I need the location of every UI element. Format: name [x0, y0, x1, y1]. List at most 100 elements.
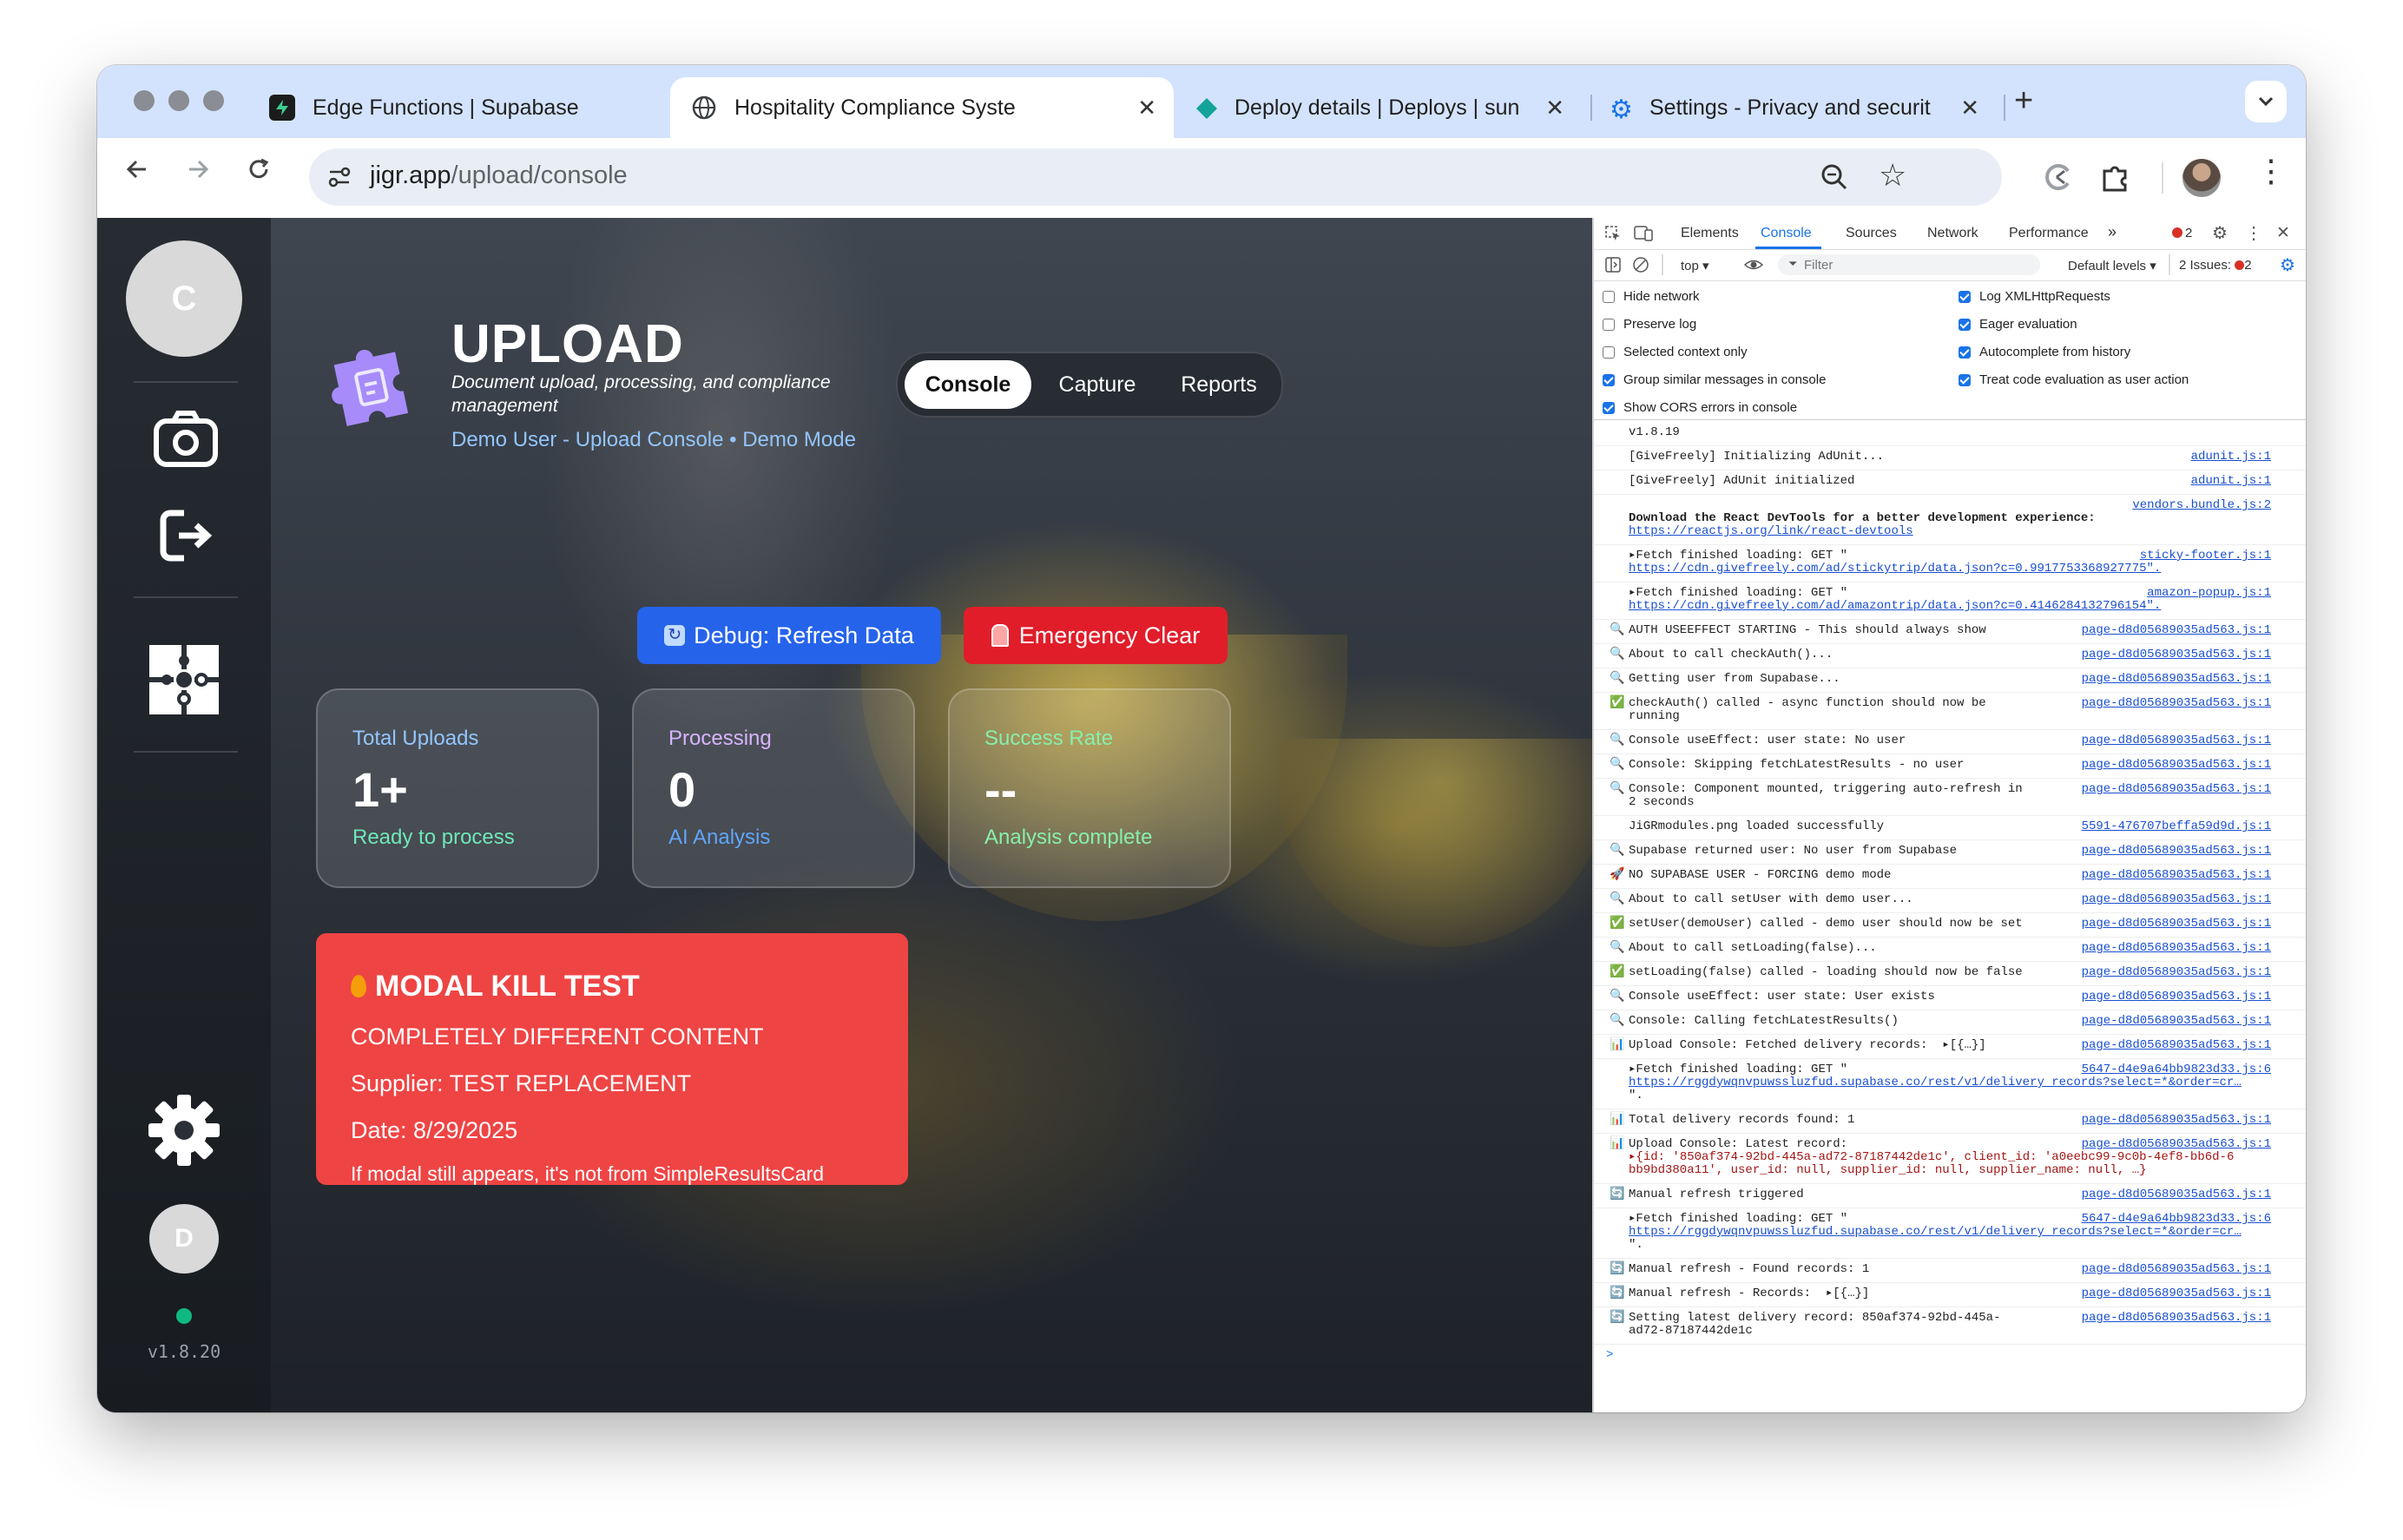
new-tab-icon[interactable]: + [2014, 82, 2033, 120]
console-entry[interactable]: 🔍 About to call checkAuth()... page-d8d056… [1594, 643, 2306, 668]
console-entry[interactable]: Download the React DevTools for a better… [1594, 494, 2306, 545]
zoom-window-dot[interactable] [203, 90, 224, 111]
console-source-link[interactable]: page-d8d05689035ad563.js:1 [2082, 893, 2271, 906]
context-selector[interactable]: top ▾ [1681, 258, 1709, 273]
setting-preserve-log[interactable]: Preserve log [1603, 317, 1696, 332]
tab-reports[interactable]: Reports [1162, 360, 1276, 409]
console-entry[interactable]: 🔄 Manual refresh triggered page-d8d0568903… [1594, 1183, 2306, 1208]
devtools-tab-elements[interactable]: Elements [1681, 226, 1739, 241]
log-levels-dropdown[interactable]: Default levels ▾ [2068, 258, 2156, 273]
console-entry[interactable]: 🔍 Supabase returned user: No user from Su… [1594, 839, 2306, 865]
setting-eager-eval[interactable]: Eager evaluation [1959, 317, 2077, 332]
close-tab-icon[interactable]: ✕ [1545, 95, 1564, 122]
tab-console[interactable]: Console [905, 360, 1031, 409]
console-entry[interactable]: 🔄 Manual refresh - Records: ▸[{…}] page-d8… [1594, 1282, 2306, 1307]
console-source-link[interactable]: page-d8d05689035ad563.js:1 [2082, 624, 2271, 637]
debug-refresh-button[interactable]: ↻ Debug: Refresh Data [637, 607, 941, 664]
console-source-link[interactable]: amazon-popup.js:1 [2147, 587, 2271, 600]
console-source-link[interactable]: page-d8d05689035ad563.js:1 [2082, 990, 2271, 1004]
checkbox[interactable] [1603, 373, 1615, 386]
console-entry[interactable]: 🔄 Manual refresh - Found records: 1 page-d… [1594, 1258, 2306, 1283]
console-entry[interactable]: 📊 Upload Console: Latest record: ▸{id: '85… [1594, 1133, 2306, 1184]
extension-loading-icon[interactable] [2042, 161, 2075, 198]
settings-gear-icon[interactable] [147, 1093, 221, 1172]
menu-kebab-icon[interactable]: ⋮ [2255, 155, 2287, 187]
console-source-link[interactable]: page-d8d05689035ad563.js:1 [2082, 966, 2271, 979]
filter-input[interactable]: ⏷ Filter [1778, 254, 2040, 275]
clear-console-icon[interactable] [1632, 256, 1649, 278]
close-tab-icon[interactable]: ✕ [1960, 95, 1979, 122]
console-entry[interactable]: [GiveFreely] Initializing AdUnit... aduni… [1594, 445, 2306, 471]
console-prompt[interactable]: > [1606, 1349, 1613, 1362]
site-info-icon[interactable] [326, 164, 352, 194]
console-entry[interactable]: 🔍 About to call setUser with demo user...… [1594, 888, 2306, 913]
console-entry[interactable]: 📊 Total delivery records found: 1 page-d8d… [1594, 1109, 2306, 1134]
console-entry[interactable]: 🔍 AUTH USEEFFECT STARTING - This should a… [1594, 619, 2306, 644]
setting-autocomplete[interactable]: Autocomplete from history [1959, 345, 2130, 359]
checkbox[interactable] [1603, 290, 1615, 303]
checkbox[interactable] [1959, 318, 1971, 331]
checkbox[interactable] [1959, 373, 1971, 386]
checkbox[interactable] [1959, 346, 1971, 359]
zoom-icon[interactable] [1820, 162, 1849, 196]
console-source-link[interactable]: page-d8d05689035ad563.js:1 [2082, 845, 2271, 858]
console-source-link[interactable]: page-d8d05689035ad563.js:1 [2082, 783, 2271, 796]
more-tabs-chevron-icon[interactable]: » [2108, 223, 2117, 241]
console-source-link[interactable]: page-d8d05689035ad563.js:1 [2082, 1263, 2271, 1276]
console-entry[interactable]: 📊 Upload Console: Fetched delivery record… [1594, 1034, 2306, 1059]
checkbox[interactable] [1603, 401, 1615, 414]
console-source-link[interactable]: adunit.js:1 [2191, 475, 2271, 488]
logout-icon[interactable] [158, 508, 214, 568]
console-entry[interactable]: 🔍 Console useEffect: user state: User exi… [1594, 985, 2306, 1010]
devtools-tab-performance[interactable]: Performance [2009, 226, 2089, 241]
setting-selected-context[interactable]: Selected context only [1603, 345, 1748, 359]
console-source-link[interactable]: vendors.bundle.js:2 [2132, 499, 2271, 512]
console-source-link[interactable]: sticky-footer.js:1 [2140, 550, 2271, 563]
console-entry[interactable]: 🔄 Setting latest delivery record: 850af37… [1594, 1306, 2306, 1345]
console-entry[interactable]: ✅ setUser(demoUser) called - demo user sh… [1594, 912, 2306, 938]
setting-group-similar[interactable]: Group similar messages in console [1603, 372, 1826, 387]
close-tab-icon[interactable]: ✕ [1137, 95, 1156, 122]
devtools-menu-kebab-icon[interactable]: ⋮ [2245, 222, 2262, 244]
tab-capture[interactable]: Capture [1037, 360, 1158, 409]
console-source-link[interactable]: page-d8d05689035ad563.js:1 [2082, 918, 2271, 931]
console-entry[interactable]: 🔍 Getting user from Supabase... page-d8d05… [1594, 668, 2306, 693]
devtools-settings-gear-icon[interactable]: ⚙ [2212, 222, 2228, 244]
tab-hospitality-compliance[interactable]: Hospitality Compliance Syste ✕ [670, 77, 1174, 138]
console-entry[interactable]: ✅ setLoading(false) called - loading shou… [1594, 961, 2306, 986]
setting-show-cors[interactable]: Show CORS errors in console [1603, 400, 1797, 415]
console-entry[interactable]: 🚀 NO SUPABASE USER - FORCING demo mode pag… [1594, 864, 2306, 889]
console-source-link[interactable]: page-d8d05689035ad563.js:1 [2082, 1188, 2271, 1201]
console-entry[interactable]: 🔍 Console: Calling fetchLatestResults() pa… [1594, 1010, 2306, 1035]
error-badge[interactable]: 2 [2172, 226, 2192, 240]
console-source-link[interactable]: 5591-476707beffa59d9d.js:1 [2082, 820, 2271, 833]
tab-settings-privacy[interactable]: ⚙ Settings - Privacy and securit ✕ [1597, 77, 1997, 138]
setting-hide-network[interactable]: Hide network [1603, 289, 1700, 304]
extensions-puzzle-icon[interactable] [2099, 161, 2132, 198]
console-entry[interactable]: 🔍 Console: Component mounted, triggering … [1594, 778, 2306, 816]
console-source-link[interactable]: page-d8d05689035ad563.js:1 [2082, 1114, 2271, 1127]
console-source-link[interactable]: page-d8d05689035ad563.js:1 [2082, 759, 2271, 772]
devtools-close-icon[interactable]: ✕ [2276, 223, 2290, 243]
console-source-link[interactable]: page-d8d05689035ad563.js:1 [2082, 1015, 2271, 1028]
console-source-link[interactable]: 5647-d4e9a64bb9823d33.js:6 [2082, 1063, 2271, 1076]
close-window-dot[interactable] [134, 90, 155, 111]
console-entry[interactable]: ▸Fetch finished loading: GET " https://cd… [1594, 582, 2306, 620]
console-entry[interactable]: ✅ checkAuth() called - async function sho… [1594, 692, 2306, 730]
emergency-clear-button[interactable]: Emergency Clear [964, 607, 1228, 664]
console-source-link[interactable]: page-d8d05689035ad563.js:1 [2082, 1138, 2271, 1151]
tab-search-button[interactable] [2245, 81, 2287, 122]
console-source-link[interactable]: page-d8d05689035ad563.js:1 [2082, 697, 2271, 710]
console-log[interactable]: v1.8.19 [GiveFreely] Initializing AdUnit.… [1594, 419, 2306, 1412]
console-entry[interactable]: 🔍 About to call setLoading(false)... page-… [1594, 937, 2306, 962]
console-entry[interactable]: [GiveFreely] AdUnit initialized adunit.js… [1594, 470, 2306, 495]
device-toggle-icon[interactable] [1634, 225, 1653, 247]
checkbox[interactable] [1603, 346, 1615, 359]
console-source-link[interactable]: adunit.js:1 [2191, 451, 2271, 464]
console-source-link[interactable]: page-d8d05689035ad563.js:1 [2082, 648, 2271, 661]
devtools-tab-sources[interactable]: Sources [1846, 226, 1897, 241]
inspect-element-icon[interactable] [1604, 225, 1622, 247]
console-entry[interactable]: 🔍 Console useEffect: user state: No user p… [1594, 729, 2306, 754]
console-entry[interactable]: JiGRmodules.png loaded successfully 5591-… [1594, 815, 2306, 840]
console-source-link[interactable]: page-d8d05689035ad563.js:1 [2082, 673, 2271, 686]
